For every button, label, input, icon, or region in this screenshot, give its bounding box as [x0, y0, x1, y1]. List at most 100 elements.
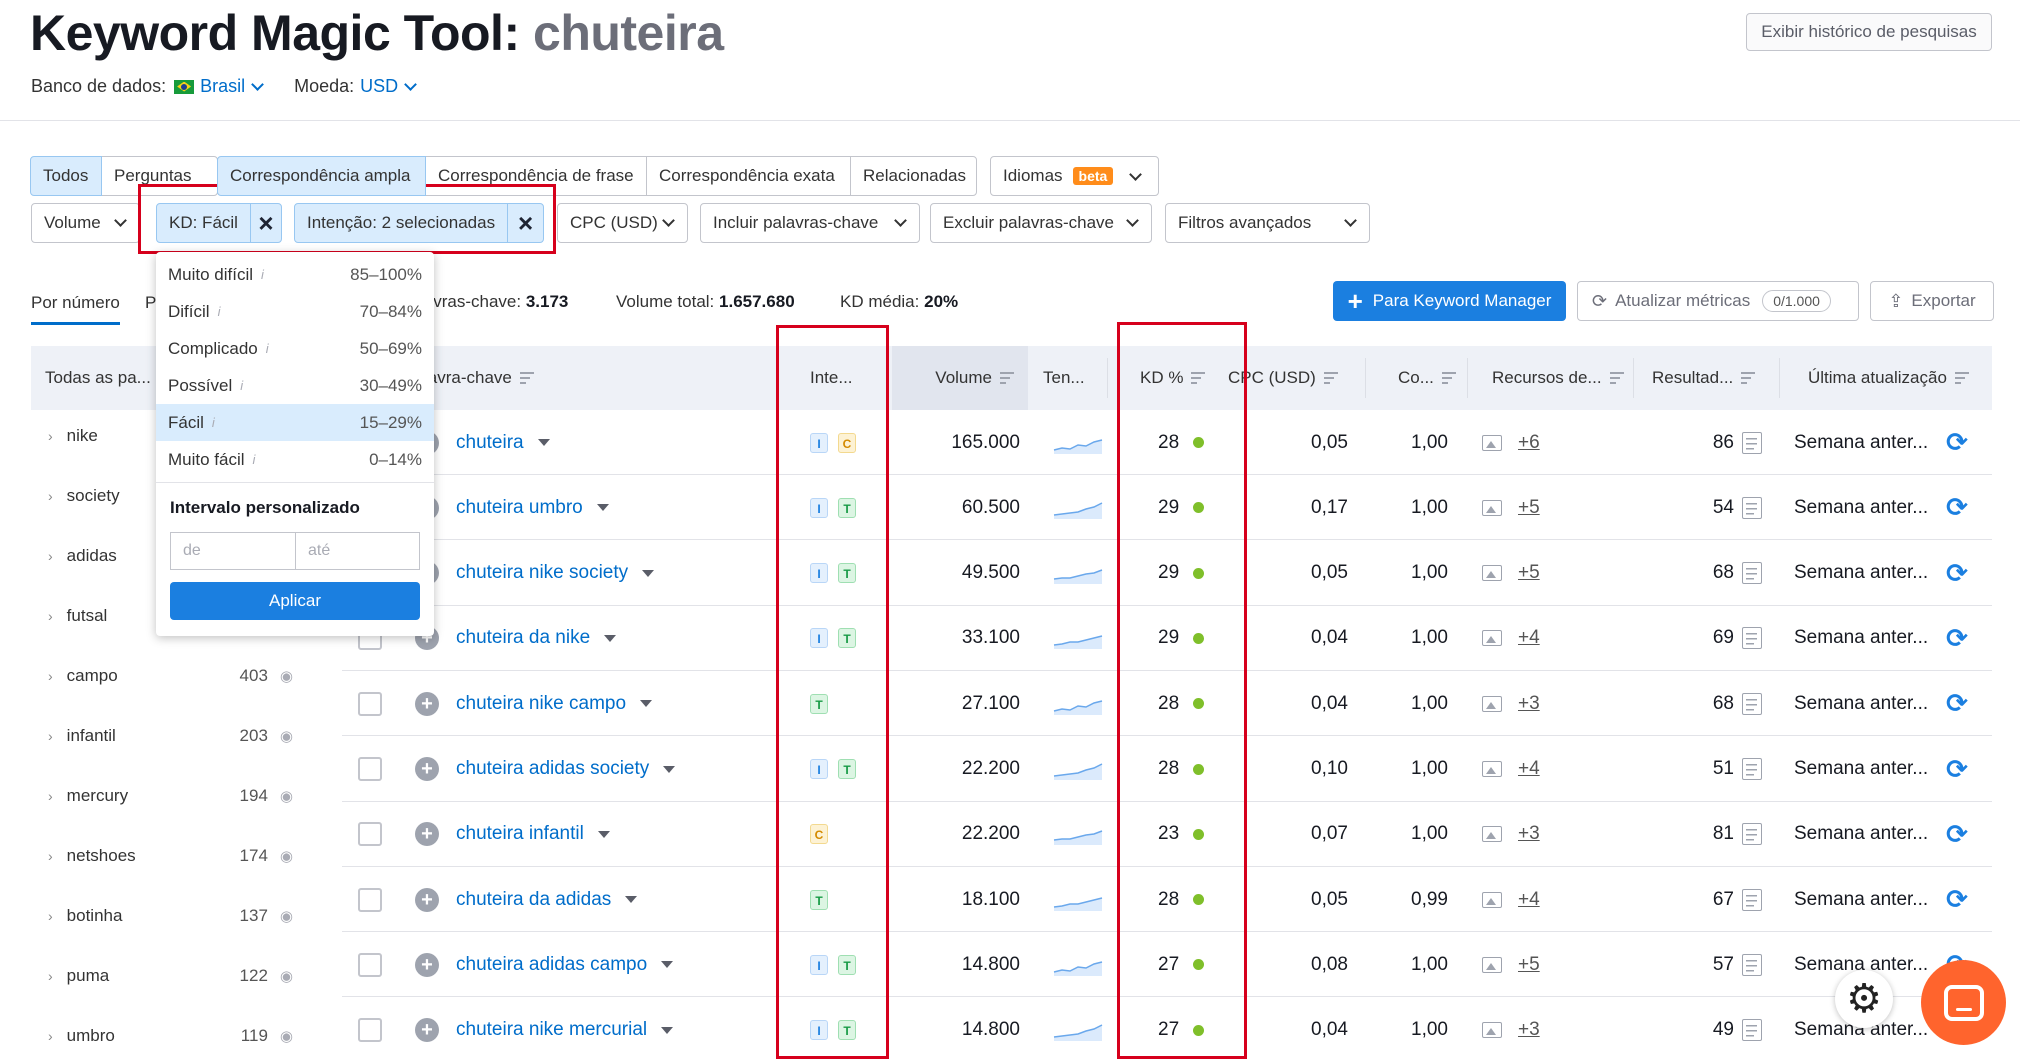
gear-icon[interactable]: ⚙: [1835, 970, 1893, 1028]
caret-down-icon[interactable]: [597, 830, 610, 838]
serp-features-more[interactable]: +5: [1518, 497, 1540, 519]
keyword-link[interactable]: chuteira nike campo: [456, 693, 626, 715]
row-checkbox[interactable]: [358, 822, 382, 847]
keyword-manager-button[interactable]: + Para Keyword Manager: [1333, 281, 1566, 321]
header-keyword[interactable]: lavra-chave: [424, 346, 624, 410]
refresh-icon[interactable]: ⟳: [1946, 558, 1968, 589]
refresh-icon[interactable]: ⟳: [1946, 688, 1968, 719]
chevron-right-icon[interactable]: ›: [48, 728, 53, 744]
add-circle-icon[interactable]: +: [415, 822, 439, 847]
serp-icon[interactable]: [1742, 823, 1762, 846]
header-last-update[interactable]: Última atualização: [1780, 346, 1992, 410]
sidebar-item[interactable]: › puma 122 ◉: [31, 961, 293, 991]
caret-down-icon[interactable]: [663, 765, 676, 773]
serp-icon[interactable]: [1742, 953, 1762, 976]
keyword-link[interactable]: chuteira nike society: [456, 562, 628, 584]
sidebar-item[interactable]: › umbro 119 ◉: [31, 1021, 293, 1051]
eye-icon[interactable]: ◉: [280, 847, 293, 865]
exclude-keywords-filter[interactable]: Excluir palavras-chave: [930, 203, 1152, 243]
serp-icon[interactable]: [1742, 758, 1762, 780]
chevron-right-icon[interactable]: ›: [48, 428, 53, 444]
caret-down-icon[interactable]: [625, 896, 638, 904]
sidebar-item[interactable]: › infantil 203 ◉: [31, 721, 293, 751]
currency-selector[interactable]: USD: [360, 76, 398, 97]
kd-option[interactable]: Difícil i 70–84%: [156, 293, 434, 330]
keyword-link[interactable]: chuteira nike mercurial: [456, 1019, 647, 1041]
serp-features-more[interactable]: +4: [1518, 758, 1540, 780]
kd-option[interactable]: Muito fácil i 0–14%: [156, 441, 434, 478]
eye-icon[interactable]: ◉: [280, 907, 293, 925]
add-circle-icon[interactable]: +: [415, 887, 439, 912]
kd-to-input[interactable]: até: [295, 532, 420, 570]
caret-down-icon[interactable]: [661, 961, 674, 969]
add-circle-icon[interactable]: +: [415, 1018, 439, 1043]
kd-from-input[interactable]: de: [170, 532, 296, 570]
refresh-icon[interactable]: ⟳: [1946, 492, 1968, 523]
tab-correspondencia-exata[interactable]: Correspondência exata: [646, 156, 851, 196]
row-checkbox[interactable]: [358, 887, 382, 912]
cpc-filter[interactable]: CPC (USD): [557, 203, 688, 243]
tab-second[interactable]: P: [145, 293, 156, 313]
eye-icon[interactable]: ◉: [280, 967, 293, 985]
caret-down-icon[interactable]: [661, 1026, 674, 1034]
chevron-right-icon[interactable]: ›: [48, 1028, 53, 1044]
keyword-link[interactable]: chuteira adidas society: [456, 758, 649, 780]
header-serp-features[interactable]: Recursos de...: [1468, 346, 1634, 410]
eye-icon[interactable]: ◉: [280, 787, 293, 805]
chevron-right-icon[interactable]: ›: [48, 968, 53, 984]
caret-down-icon[interactable]: [640, 700, 653, 708]
chevron-right-icon[interactable]: ›: [48, 788, 53, 804]
serp-features-more[interactable]: +3: [1518, 823, 1540, 845]
row-checkbox[interactable]: [358, 691, 382, 716]
serp-features-more[interactable]: +6: [1518, 432, 1540, 454]
kd-option[interactable]: Muito difícil i 85–100%: [156, 256, 434, 293]
chevron-down-icon[interactable]: [404, 78, 418, 91]
kd-option[interactable]: Complicado i 50–69%: [156, 330, 434, 367]
serp-features-more[interactable]: +5: [1518, 954, 1540, 976]
eye-icon[interactable]: ◉: [280, 727, 293, 745]
tab-por-numero[interactable]: Por número: [31, 293, 120, 325]
serp-icon[interactable]: [1742, 562, 1762, 585]
serp-features-more[interactable]: +3: [1518, 1019, 1540, 1041]
eye-icon[interactable]: ◉: [280, 667, 293, 685]
serp-features-more[interactable]: +3: [1518, 693, 1540, 715]
kd-option[interactable]: Fácil i 15–29%: [156, 404, 434, 441]
keyword-link[interactable]: chuteira da nike: [456, 627, 590, 649]
add-circle-icon[interactable]: +: [415, 952, 439, 977]
update-metrics-button[interactable]: ⟳ Atualizar métricas 0/1.000: [1577, 281, 1859, 321]
tab-relacionadas[interactable]: Relacionadas: [850, 156, 977, 196]
row-checkbox[interactable]: [358, 952, 382, 977]
caret-down-icon[interactable]: [642, 569, 655, 577]
search-history-button[interactable]: Exibir histórico de pesquisas: [1746, 13, 1992, 51]
row-checkbox[interactable]: [358, 757, 382, 781]
header-volume[interactable]: Volume: [892, 346, 1028, 410]
refresh-icon[interactable]: ⟳: [1946, 623, 1968, 654]
export-button[interactable]: ⇪ Exportar: [1870, 281, 1994, 321]
sidebar-item[interactable]: › campo 403 ◉: [31, 661, 293, 691]
apply-button[interactable]: Aplicar: [170, 582, 420, 620]
refresh-icon[interactable]: ⟳: [1946, 754, 1968, 785]
kd-option[interactable]: Possível i 30–49%: [156, 367, 434, 404]
database-selector[interactable]: Brasil: [200, 76, 245, 97]
chevron-right-icon[interactable]: ›: [48, 908, 53, 924]
sidebar-item[interactable]: › botinha 137 ◉: [31, 901, 293, 931]
caret-down-icon[interactable]: [596, 504, 609, 512]
volume-filter[interactable]: Volume: [31, 203, 140, 243]
advanced-filters[interactable]: Filtros avançados: [1165, 203, 1370, 243]
tab-todos[interactable]: Todos: [30, 156, 102, 196]
chevron-right-icon[interactable]: ›: [48, 608, 53, 624]
refresh-icon[interactable]: ⟳: [1946, 427, 1968, 458]
serp-icon[interactable]: [1742, 627, 1762, 650]
refresh-icon[interactable]: ⟳: [1946, 819, 1968, 850]
serp-icon[interactable]: [1742, 496, 1762, 519]
keyword-link[interactable]: chuteira da adidas: [456, 889, 611, 911]
keyword-link[interactable]: chuteira infantil: [456, 823, 584, 845]
tab-correspondencia-ampla[interactable]: Correspondência ampla: [217, 156, 426, 196]
chevron-right-icon[interactable]: ›: [48, 668, 53, 684]
caret-down-icon[interactable]: [604, 634, 617, 642]
sidebar-item[interactable]: › mercury 194 ◉: [31, 781, 293, 811]
chevron-down-icon[interactable]: [251, 78, 264, 91]
eye-icon[interactable]: ◉: [280, 1027, 293, 1045]
keyword-link[interactable]: chuteira umbro: [456, 497, 583, 519]
chevron-right-icon[interactable]: ›: [48, 488, 53, 504]
